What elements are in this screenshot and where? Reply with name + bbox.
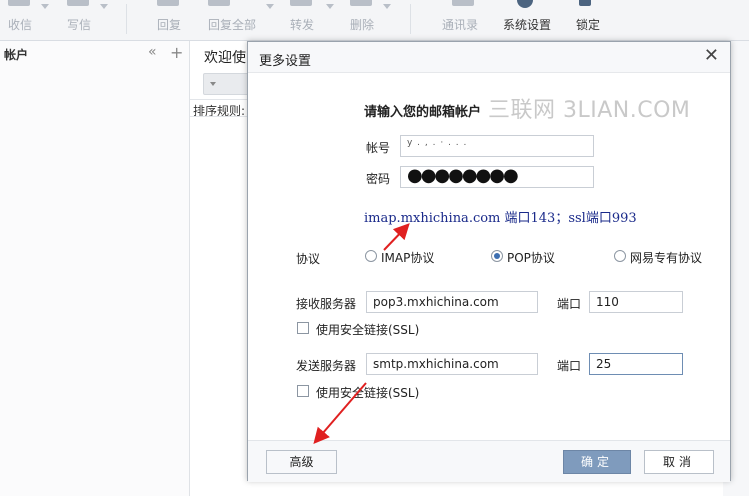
account-label: 帐号 — [366, 141, 391, 155]
watermark: 三联网 3LIAN.COM — [488, 98, 691, 123]
contacts-label: 通讯录 — [442, 18, 479, 32]
incoming-port-label: 端口 — [557, 297, 582, 311]
sort-rule-label: 排序规则: — [190, 99, 250, 117]
compose-icon — [67, 0, 89, 6]
outgoing-port-value: 25 — [596, 357, 612, 371]
toolbar-divider — [126, 4, 127, 34]
password-input[interactable]: ●●●●●●●● — [400, 166, 594, 188]
toolbar-divider — [410, 4, 411, 34]
incoming-port-value: 110 — [596, 295, 619, 309]
account-heading: 请输入您的邮箱帐户 — [364, 105, 482, 120]
pop-radio[interactable] — [491, 250, 503, 262]
reply-label: 回复 — [157, 18, 182, 32]
password-label: 密码 — [366, 172, 391, 186]
lock-icon — [579, 0, 591, 6]
outgoing-port-label: 端口 — [557, 359, 582, 373]
incoming-port-input[interactable]: 110 — [589, 291, 683, 313]
netease-radio[interactable] — [614, 250, 626, 262]
close-icon[interactable]: ✕ — [704, 45, 719, 66]
incoming-server-input[interactable]: pop3.mxhichina.com — [366, 291, 538, 313]
reply-all-icon — [208, 0, 230, 6]
incoming-server-value: pop3.mxhichina.com — [373, 295, 499, 309]
main-toolbar: 收信 写信 回复 回复全部 转发 删除 通讯录 系统设置 锁定 — [0, 0, 749, 41]
chevron-down-icon[interactable] — [100, 4, 108, 9]
cancel-button[interactable]: 取消 — [644, 450, 714, 474]
forward-icon — [290, 0, 312, 6]
dialog-title: 更多设置 — [259, 54, 312, 69]
add-account-icon[interactable]: + — [170, 43, 183, 62]
compose-label: 写信 — [67, 18, 92, 32]
collapse-icon[interactable]: « — [148, 44, 157, 60]
incoming-ssl-checkbox[interactable] — [297, 322, 309, 334]
protocol-label: 协议 — [296, 252, 321, 266]
contacts-icon — [452, 0, 474, 6]
password-value: ●●●●●●●● — [407, 166, 519, 186]
outgoing-port-input[interactable]: 25 — [589, 353, 683, 375]
incoming-server-label: 接收服务器 — [296, 297, 357, 311]
trash-icon — [350, 0, 372, 6]
reply-icon — [157, 0, 179, 6]
accounts-title: 帐户 — [4, 48, 29, 62]
outgoing-server-label: 发送服务器 — [296, 359, 357, 373]
outgoing-ssl-checkbox[interactable] — [297, 385, 309, 397]
chevron-down-icon[interactable] — [41, 4, 49, 9]
lock-label: 锁定 — [576, 18, 601, 32]
chevron-down-icon[interactable] — [383, 4, 391, 9]
filter-dropdown[interactable] — [203, 73, 249, 95]
receive-mail-label: 收信 — [8, 18, 33, 32]
reply-all-label: 回复全部 — [208, 18, 257, 32]
ok-button[interactable]: 确定 — [563, 450, 631, 474]
pop-radio-label[interactable]: POP协议 — [507, 249, 555, 266]
incoming-ssl-label[interactable]: 使用安全链接(SSL) — [316, 321, 419, 338]
dialog-header: 更多设置 ✕ — [248, 42, 730, 73]
account-input[interactable]: y . , . · . . . — [400, 135, 594, 157]
account-value: y . , . · . . . — [407, 138, 468, 148]
outgoing-ssl-label[interactable]: 使用安全链接(SSL) — [316, 384, 419, 401]
outgoing-server-value: smtp.mxhichina.com — [373, 357, 499, 371]
netease-radio-label[interactable]: 网易专有协议 — [630, 249, 702, 266]
server-note: imap.mxhichina.com 端口143；ssl端口993 — [364, 211, 637, 226]
gear-icon — [517, 0, 533, 8]
imap-radio-label[interactable]: IMAP协议 — [381, 249, 434, 266]
chevron-down-icon[interactable] — [266, 4, 274, 9]
chevron-down-icon[interactable] — [326, 4, 334, 9]
outgoing-server-input[interactable]: smtp.mxhichina.com — [366, 353, 538, 375]
inbox-download-icon — [8, 0, 30, 6]
delete-label: 删除 — [350, 18, 375, 32]
advanced-button[interactable]: 高级 — [266, 450, 337, 474]
system-settings-label: 系统设置 — [503, 18, 552, 32]
forward-label: 转发 — [290, 18, 315, 32]
more-settings-dialog: 更多设置 ✕ 请输入您的邮箱帐户 三联网 3LIAN.COM 帐号 y . , … — [247, 41, 731, 482]
accounts-sidebar: 帐户 « + — [0, 41, 190, 496]
imap-radio[interactable] — [365, 250, 377, 262]
dialog-footer: 高级 确定 取消 — [248, 440, 730, 482]
